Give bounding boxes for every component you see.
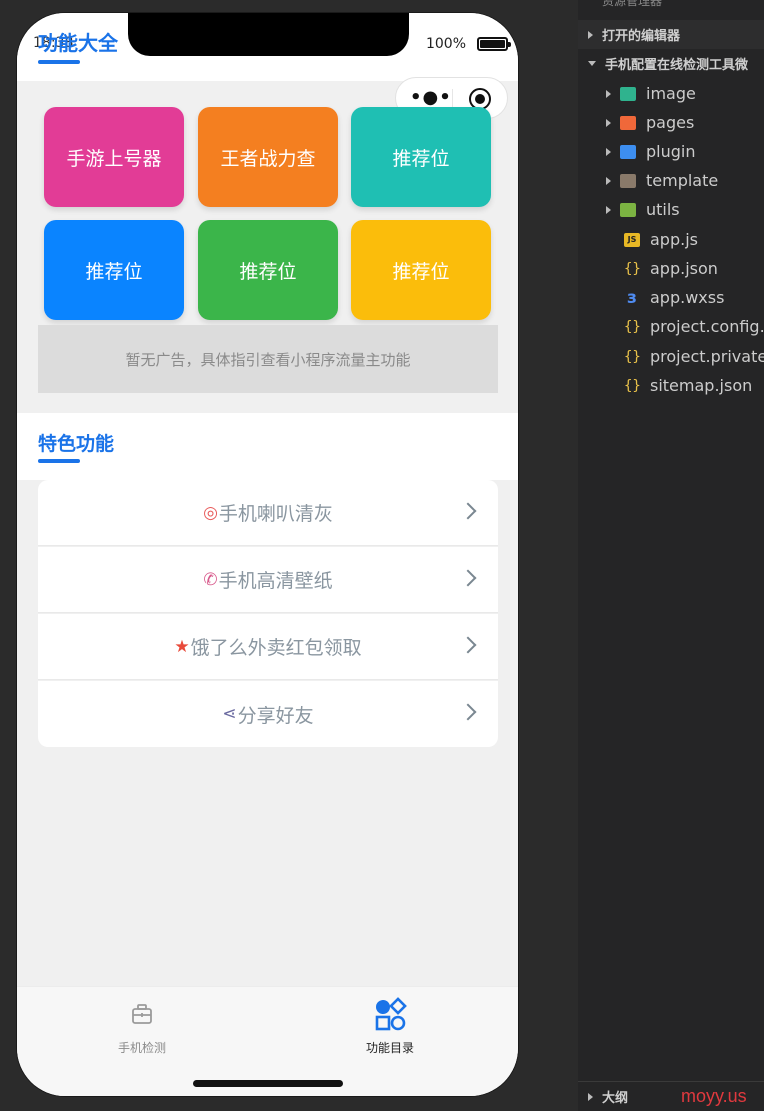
tree-folder-utils[interactable]: utils — [578, 195, 764, 224]
home-indicator — [193, 1080, 343, 1087]
tree-folder-plugin[interactable]: plugin — [578, 137, 764, 166]
briefcase-icon — [124, 997, 160, 1033]
battery-percent: 100% — [425, 36, 466, 52]
folder-icon — [620, 144, 636, 159]
ad-placeholder: 暂无广告，具体指引查看小程序流量主功能 — [38, 325, 498, 393]
watermark: moyy.us — [681, 1086, 747, 1106]
phone-notch — [128, 13, 409, 56]
wxss-file-icon: з — [627, 287, 637, 308]
camera-icon: ◎ — [203, 502, 218, 523]
section-header: 特色功能 — [17, 413, 518, 480]
tab-feature-catalog[interactable]: 功能目录 — [330, 997, 450, 1056]
status-bar: 18:38 100% 功能大全 — [17, 13, 518, 81]
list-item-wallpaper[interactable]: ✆ 手机高清壁纸 — [38, 547, 498, 613]
chevron-right-icon — [459, 636, 477, 654]
more-menu-icon[interactable]: •●• — [410, 87, 452, 108]
open-editors-section[interactable]: 打开的编辑器 — [578, 20, 764, 49]
tree-file-project-config[interactable]: {} project.config.j — [578, 312, 764, 341]
section-underline — [38, 459, 80, 463]
phone-icon: ✆ — [203, 569, 218, 590]
page-title: 功能大全 — [38, 31, 118, 55]
grid-tile-1[interactable]: 王者战力查 — [198, 107, 338, 207]
file-explorer-panel: 资源管理器 打开的编辑器 手机配置在线检测工具微 image pages plu… — [578, 0, 764, 1111]
json-file-icon: {} — [624, 318, 641, 335]
json-file-icon: {} — [624, 348, 641, 365]
folder-icon — [620, 173, 636, 188]
tree-file-project-private[interactable]: {} project.private. — [578, 342, 764, 371]
title-underline — [38, 60, 80, 64]
grid-tile-2[interactable]: 推荐位 — [351, 107, 491, 207]
list-item-share[interactable]: ⋖ 分享好友 — [38, 681, 498, 747]
section-title: 特色功能 — [38, 433, 115, 455]
tree-file-app-wxss[interactable]: з app.wxss — [578, 283, 764, 312]
tree-file-sitemap[interactable]: {} sitemap.json — [578, 371, 764, 400]
list-item-eleme-coupon[interactable]: ★ 饿了么外卖红包领取 — [38, 614, 498, 680]
project-section[interactable]: 手机配置在线检测工具微 — [578, 49, 764, 78]
chevron-right-icon — [588, 30, 593, 39]
share-icon: ⋖ — [222, 704, 237, 724]
json-file-icon: {} — [624, 260, 641, 277]
grid-tile-0[interactable]: 手游上号器 — [44, 107, 184, 207]
list-item-speaker-clean[interactable]: ◎ 手机喇叭清灰 — [38, 480, 498, 546]
tree-folder-image[interactable]: image — [578, 79, 764, 108]
battery-icon — [477, 37, 511, 51]
explorer-title: 资源管理器 — [602, 0, 663, 8]
grid-tile-3[interactable]: 推荐位 — [44, 220, 184, 320]
json-file-icon: {} — [624, 377, 641, 394]
chevron-right-icon — [459, 703, 477, 721]
grid-tile-5[interactable]: 推荐位 — [351, 220, 491, 320]
folder-icon — [620, 86, 636, 101]
chevron-right-icon — [459, 569, 477, 587]
js-file-icon: JS — [624, 232, 640, 247]
tab-phone-check[interactable]: 手机检测 — [82, 997, 202, 1056]
tree-file-app-json[interactable]: {} app.json — [578, 254, 764, 283]
tree-folder-pages[interactable]: pages — [578, 108, 764, 137]
chevron-right-icon — [588, 1092, 593, 1101]
chevron-down-icon — [588, 61, 596, 66]
tree-folder-template[interactable]: template — [578, 166, 764, 195]
tree-file-app-js[interactable]: JS app.js — [578, 225, 764, 254]
grid-tile-4[interactable]: 推荐位 — [198, 220, 338, 320]
chevron-right-icon — [459, 502, 477, 520]
folder-icon — [620, 115, 636, 130]
star-icon: ★ — [174, 636, 190, 657]
folder-icon — [620, 202, 636, 217]
apps-icon — [372, 997, 408, 1033]
phone-simulator: 18:38 100% 功能大全 •●• 手游上号器 王者战力查 推荐位 推荐位 … — [17, 13, 518, 1096]
